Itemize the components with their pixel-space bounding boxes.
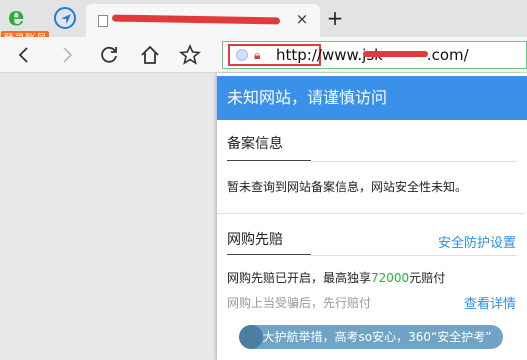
compensation-amount: 72000 <box>371 271 410 285</box>
navigation-icon[interactable] <box>54 7 76 29</box>
home-icon[interactable] <box>138 43 162 67</box>
divider <box>311 161 517 162</box>
document-icon <box>98 15 108 27</box>
address-bar[interactable]: 🔒︎ http://www.jsk .com/ <box>222 41 527 69</box>
back-icon[interactable] <box>12 43 36 67</box>
redaction-mark <box>363 51 428 57</box>
promo-banner[interactable]: 五大护航举措，高考so安心，360“安全护考” <box>239 325 503 349</box>
divider <box>217 213 525 214</box>
url-suffix: .com/ <box>426 46 469 64</box>
scrollbar[interactable] <box>520 120 525 300</box>
promo-text: 五大护航举措，高考so安心，360“安全护考” <box>250 330 492 344</box>
toolbar: 🔒︎ http://www.jsk .com/ <box>0 37 527 73</box>
security-settings-link[interactable]: 安全防护设置 <box>438 232 516 251</box>
tab-strip: e 登录账号 × + <box>0 0 527 47</box>
tab-close-icon[interactable]: × <box>294 11 310 27</box>
compensation-title: 网购先赔 <box>227 232 283 248</box>
popup-header: 未知网站，请谨慎访问 <box>217 76 527 120</box>
browser-tab[interactable]: × <box>86 4 320 37</box>
site-info-popup: 未知网站，请谨慎访问 备案信息 暂未查询到网站备案信息，网站安全性未知。 网购先… <box>217 73 527 360</box>
compensation-line: 网购先赔已开启，最高独享72000元赔付 <box>227 269 445 286</box>
compensation-note: 网购上当受骗后，先行赔付 <box>227 296 372 310</box>
new-tab-button[interactable]: + <box>326 8 344 28</box>
record-text: 暂未查询到网站备案信息，网站安全性未知。 <box>227 180 468 194</box>
compensation-prefix: 网购先赔已开启，最高独享 <box>227 271 372 285</box>
security-shield-icon <box>236 49 248 61</box>
star-icon[interactable] <box>178 43 202 67</box>
logo-letter: e <box>8 2 25 32</box>
record-title: 备案信息 <box>227 136 283 152</box>
view-details-link[interactable]: 查看详情 <box>464 293 516 312</box>
forward-icon[interactable] <box>55 43 79 67</box>
divider <box>311 255 517 256</box>
section-underline <box>227 254 311 255</box>
unsafe-lock-icon: 🔒︎ <box>254 48 261 62</box>
refresh-icon[interactable] <box>97 43 121 67</box>
compensation-suffix: 元赔付 <box>409 271 446 285</box>
promo-decoration <box>239 325 263 349</box>
section-underline <box>227 160 311 161</box>
browser-logo-icon[interactable]: e <box>8 2 34 32</box>
